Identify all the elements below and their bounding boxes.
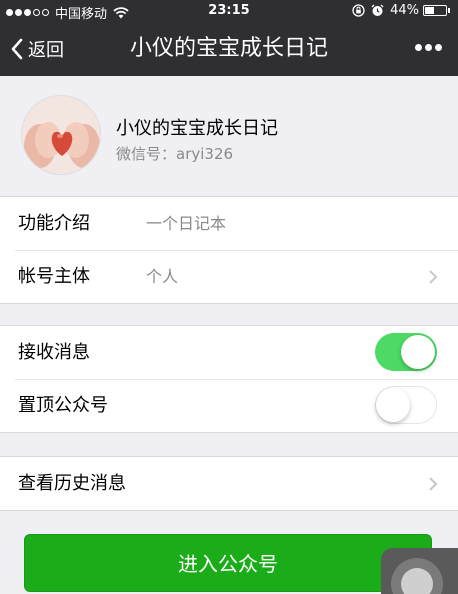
hands-heart-avatar-image xyxy=(22,96,100,174)
more-dot-icon xyxy=(415,44,422,51)
pin-account-toggle[interactable] xyxy=(375,386,437,424)
account-name: 小仪的宝宝成长日记 xyxy=(116,118,278,139)
status-bar: 中国移动 23:15 44% xyxy=(0,0,458,22)
row-receive-messages: 接收消息 xyxy=(0,326,458,379)
chevron-right-icon xyxy=(429,477,438,491)
row-label: 接收消息 xyxy=(18,342,90,363)
row-label: 功能介绍 xyxy=(18,213,90,234)
battery-percent: 44% xyxy=(390,3,419,18)
battery-cap xyxy=(448,8,450,13)
history-row[interactable]: 查看历史消息 xyxy=(0,457,458,510)
row-value: 个人 xyxy=(146,267,179,286)
rotation-lock-icon xyxy=(352,4,365,17)
assistive-dot-icon xyxy=(401,568,433,594)
back-label: 返回 xyxy=(28,40,64,61)
page-title: 小仪的宝宝成长日记 xyxy=(129,36,328,61)
enter-account-button[interactable]: 进入公众号 xyxy=(24,534,432,592)
chevron-right-icon xyxy=(429,270,438,284)
toggle-knob xyxy=(376,388,410,422)
battery-icon xyxy=(423,5,447,16)
info-group: 功能介绍 一个日记本 帐号主体 个人 xyxy=(0,196,458,304)
battery-fill xyxy=(425,7,434,14)
toggle-group: 接收消息 置顶公众号 xyxy=(0,325,458,433)
receive-messages-toggle[interactable] xyxy=(375,333,437,371)
alarm-icon xyxy=(371,4,384,16)
avatar[interactable] xyxy=(21,95,101,175)
nav-bar: 返回 小仪的宝宝成长日记 xyxy=(0,22,458,76)
chevron-left-icon xyxy=(11,38,23,60)
wechat-id: 微信号：aryi326 xyxy=(116,145,234,163)
row-label: 置顶公众号 xyxy=(18,395,108,416)
history-group: 查看历史消息 xyxy=(0,456,458,511)
profile-header: 小仪的宝宝成长日记 微信号：aryi326 xyxy=(0,76,458,196)
row-pin-account: 置顶公众号 xyxy=(0,379,458,432)
back-button[interactable]: 返回 xyxy=(10,22,64,76)
more-dot-icon xyxy=(425,44,432,51)
row-value: 一个日记本 xyxy=(146,214,227,233)
status-right: 44% xyxy=(352,3,450,18)
row-label: 查看历史消息 xyxy=(18,473,126,494)
assistive-touch-button[interactable] xyxy=(381,548,458,594)
more-button[interactable] xyxy=(412,44,442,51)
more-dot-icon xyxy=(435,44,442,51)
toggle-knob xyxy=(401,335,435,369)
row-label: 帐号主体 xyxy=(18,266,90,287)
info-row-owner[interactable]: 帐号主体 个人 xyxy=(0,250,458,303)
info-row-intro: 功能介绍 一个日记本 xyxy=(0,197,458,250)
